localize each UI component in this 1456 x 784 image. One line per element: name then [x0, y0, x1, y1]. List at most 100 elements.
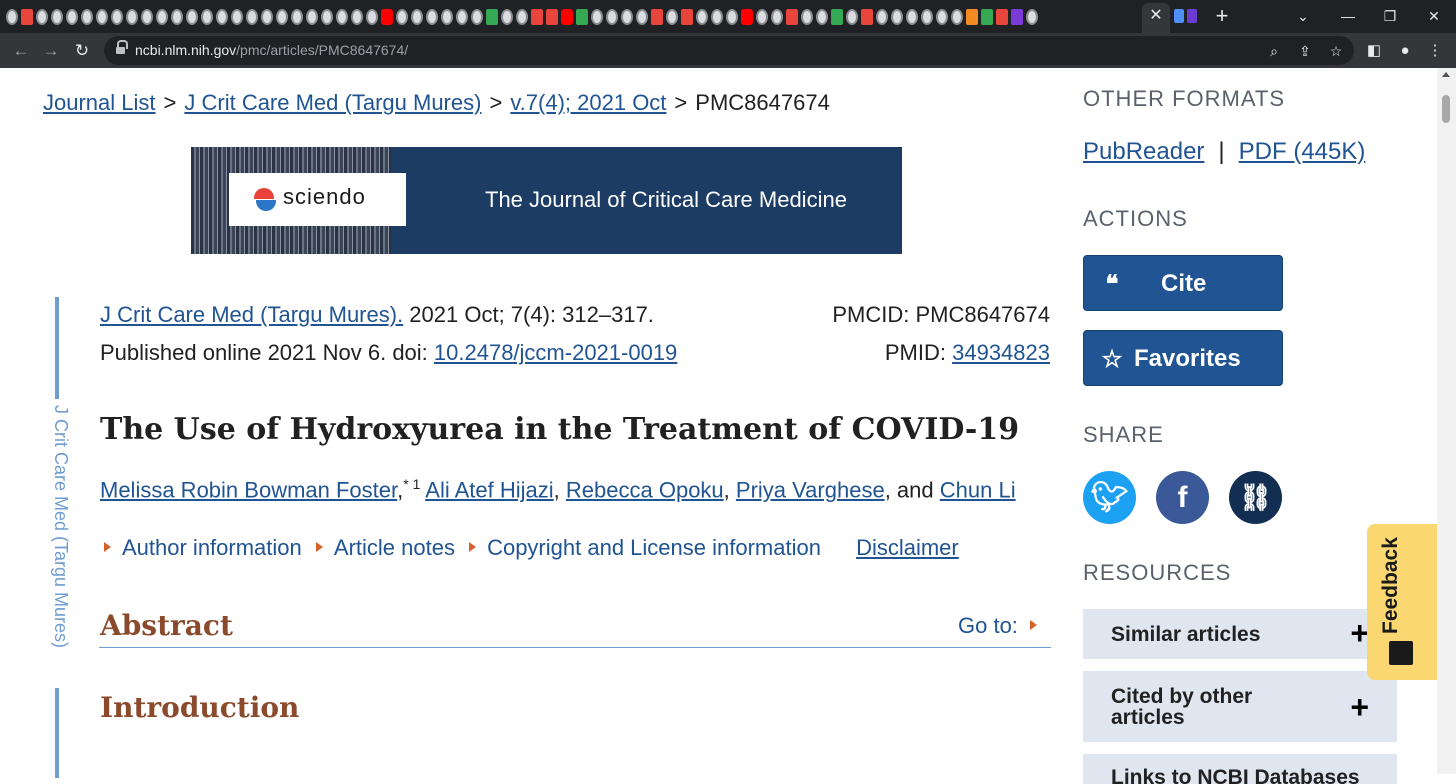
tab-favicon[interactable]: [741, 9, 753, 25]
tab-favicon[interactable]: [861, 9, 873, 25]
tab-favicon[interactable]: [351, 9, 363, 25]
menu-kebab-icon[interactable]: ⋮: [1424, 40, 1446, 62]
tab-favicon[interactable]: [891, 9, 903, 25]
forward-arrow-icon[interactable]: →: [38, 38, 64, 64]
author-information-toggle[interactable]: Author information: [122, 535, 302, 560]
tab-favicon[interactable]: [261, 9, 273, 25]
next-tab-favicons[interactable]: [1174, 9, 1198, 25]
profile-avatar-icon[interactable]: ●: [1394, 40, 1416, 62]
pdf-link[interactable]: PDF (445K): [1239, 138, 1366, 165]
expand-plus-icon[interactable]: +: [1350, 691, 1369, 723]
tab-favicon[interactable]: [201, 9, 213, 25]
tab-favicon[interactable]: [711, 9, 723, 25]
tab-favicon[interactable]: [216, 9, 228, 25]
pinned-tab-favicons[interactable]: [6, 7, 1146, 27]
tab-favicon[interactable]: [606, 9, 618, 25]
tab-favicon[interactable]: [471, 9, 483, 25]
author-link[interactable]: Melissa Robin Bowman Foster: [100, 477, 397, 502]
tab-favicon[interactable]: [186, 9, 198, 25]
tab-favicon[interactable]: [816, 9, 828, 25]
cite-button[interactable]: ❝ Cite: [1083, 255, 1283, 311]
tab-favicon[interactable]: [141, 9, 153, 25]
tab-favicon[interactable]: [336, 9, 348, 25]
favorites-button[interactable]: ☆ Favorites: [1083, 330, 1283, 386]
minimize-button[interactable]: —: [1330, 4, 1366, 28]
tab-search-chevron-icon[interactable]: ⌄: [1285, 4, 1321, 28]
back-arrow-icon[interactable]: ←: [8, 38, 34, 64]
lock-icon[interactable]: [116, 40, 128, 56]
goto-triangle-icon[interactable]: [1029, 620, 1037, 630]
tab-favicon[interactable]: [51, 9, 63, 25]
tab-favicon[interactable]: [171, 9, 183, 25]
goto-menu[interactable]: Go to:: [958, 613, 1037, 639]
close-window-button[interactable]: ✕: [1416, 4, 1452, 28]
tab-favicon[interactable]: [276, 9, 288, 25]
address-bar[interactable]: ncbi.nlm.nih.gov/pmc/articles/PMC8647674…: [104, 36, 1354, 65]
bookmark-star-icon[interactable]: ☆: [1326, 41, 1346, 61]
tab-favicon[interactable]: [531, 9, 543, 25]
pubreader-link[interactable]: PubReader: [1083, 138, 1204, 165]
author-footnote-mark[interactable]: * 1: [403, 476, 420, 492]
doi-link[interactable]: 10.2478/jccm-2021-0019: [434, 340, 677, 365]
pmid-link[interactable]: 34934823: [952, 340, 1050, 365]
side-panel-icon[interactable]: ◧: [1363, 40, 1385, 62]
reload-icon[interactable]: ↻: [69, 38, 95, 64]
disclaimer-link[interactable]: Disclaimer: [856, 535, 959, 560]
tab-favicon[interactable]: [771, 9, 783, 25]
author-link[interactable]: Chun Li: [940, 477, 1016, 502]
tab-favicon[interactable]: [591, 9, 603, 25]
tab-favicon[interactable]: [66, 9, 78, 25]
tab-favicon[interactable]: [996, 9, 1008, 25]
tab-favicon[interactable]: [756, 9, 768, 25]
ncbi-links-panel[interactable]: Links to NCBI Databases: [1083, 754, 1397, 784]
tab-favicon[interactable]: [726, 9, 738, 25]
facebook-share-button[interactable]: f: [1156, 471, 1209, 524]
tab-favicon[interactable]: [156, 9, 168, 25]
goto-label[interactable]: Go to:: [958, 613, 1018, 638]
tab-favicon[interactable]: [516, 9, 528, 25]
tab-favicon[interactable]: [231, 9, 243, 25]
tab-favicon[interactable]: [1026, 9, 1038, 25]
tab-favicon[interactable]: [291, 9, 303, 25]
tab-favicon[interactable]: [396, 9, 408, 25]
tab-favicon[interactable]: [1011, 9, 1023, 25]
new-tab-button[interactable]: +: [1210, 4, 1234, 28]
feedback-button[interactable]: Feedback: [1367, 524, 1440, 680]
zoom-icon[interactable]: ⌕: [1264, 41, 1284, 61]
copy-link-share-button[interactable]: ⛓: [1229, 471, 1282, 524]
tab-favicon[interactable]: [546, 9, 558, 25]
tab-favicon[interactable]: [561, 9, 573, 25]
tab-favicon[interactable]: [366, 9, 378, 25]
tab-favicon[interactable]: [576, 9, 588, 25]
tab-favicon[interactable]: [906, 9, 918, 25]
tab-favicon[interactable]: [681, 9, 693, 25]
scroll-up-arrow-icon[interactable]: [1442, 72, 1450, 77]
tab-favicon[interactable]: [111, 9, 123, 25]
similar-articles-panel[interactable]: Similar articles +: [1083, 609, 1397, 659]
tab-favicon[interactable]: [981, 9, 993, 25]
tab-favicon[interactable]: [666, 9, 678, 25]
twitter-share-button[interactable]: 🐦︎: [1083, 471, 1136, 524]
copyright-toggle[interactable]: Copyright and License information: [487, 535, 821, 560]
tab-favicon[interactable]: [636, 9, 648, 25]
tab-favicon[interactable]: [321, 9, 333, 25]
author-link[interactable]: Ali Atef Hijazi: [425, 477, 553, 502]
tab-favicon[interactable]: [426, 9, 438, 25]
tab-favicon[interactable]: [651, 9, 663, 25]
url-text[interactable]: ncbi.nlm.nih.gov/pmc/articles/PMC8647674…: [135, 42, 408, 58]
tab-favicon[interactable]: [921, 9, 933, 25]
close-tab-icon[interactable]: ✕: [1148, 6, 1164, 26]
author-link[interactable]: Rebecca Opoku: [566, 477, 724, 502]
tab-favicon[interactable]: [501, 9, 513, 25]
page-scrollbar[interactable]: [1437, 68, 1456, 774]
tab-favicon[interactable]: [696, 9, 708, 25]
author-link[interactable]: Priya Varghese: [736, 477, 885, 502]
breadcrumb-journal[interactable]: J Crit Care Med (Targu Mures): [184, 90, 481, 115]
tab-favicon[interactable]: [246, 9, 258, 25]
tab-favicon[interactable]: [381, 9, 393, 25]
tab-favicon[interactable]: [846, 9, 858, 25]
tab-favicon[interactable]: [306, 9, 318, 25]
journal-banner[interactable]: sciendo The Journal of Critical Care Med…: [191, 147, 902, 254]
tab-favicon[interactable]: [951, 9, 963, 25]
tab-favicon[interactable]: [801, 9, 813, 25]
